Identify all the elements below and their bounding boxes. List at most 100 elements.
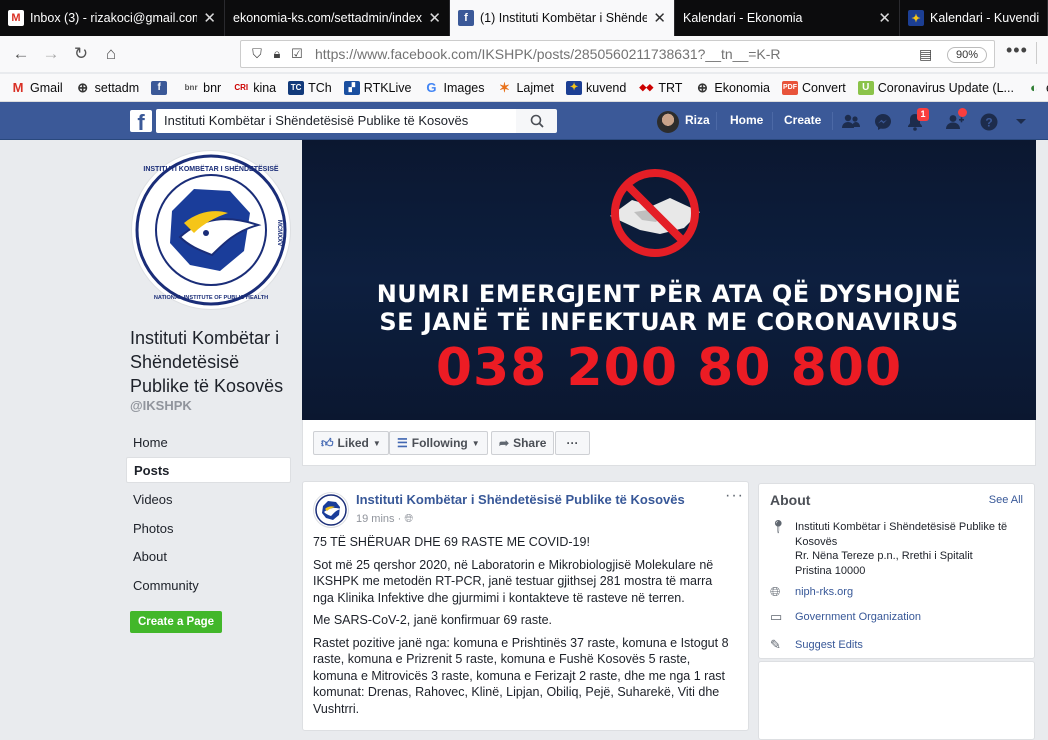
- close-tab-icon[interactable]: ✕: [653, 9, 666, 27]
- bookmark-kina[interactable]: CRI kina: [233, 81, 276, 95]
- bookmark-lajmet[interactable]: ✶ Lajmet: [496, 80, 555, 95]
- chevron-down-icon: ▼: [471, 438, 480, 448]
- shield-icon[interactable]: ⛉: [247, 46, 267, 62]
- page-nav-videos[interactable]: Videos: [126, 487, 291, 513]
- bookmark-label: Images: [443, 80, 485, 95]
- address-name: Instituti Kombëtar i Shëndetësisë Publik…: [795, 521, 1008, 548]
- cover-headline-line1: NUMRI EMERGJENT PËR ATA QË DYSHOJNË: [376, 280, 962, 308]
- bookmark-coronavirus-update[interactable]: U Coronavirus Update (L...: [857, 80, 1014, 95]
- close-tab-icon[interactable]: ✕: [878, 9, 891, 27]
- forward-icon[interactable]: →: [36, 39, 66, 69]
- bookmark-rtklive[interactable]: ▞ RTKLive: [343, 80, 412, 95]
- more-actions-button[interactable]: ···: [555, 431, 590, 455]
- page-nav-home[interactable]: Home: [126, 430, 291, 456]
- bookmark-trt[interactable]: ◆◆ TRT: [638, 81, 682, 95]
- bookmark-images[interactable]: G Images: [423, 80, 485, 95]
- url-text[interactable]: https://www.facebook.com/IKSHPK/posts/28…: [315, 46, 781, 62]
- bookmark-kuvend[interactable]: ✦ kuvend: [566, 80, 626, 95]
- following-button[interactable]: ☰ Following ▼: [389, 431, 488, 455]
- home-icon[interactable]: ⌂: [96, 39, 126, 69]
- nav-divider: [832, 112, 833, 130]
- address-city: Pristina 10000: [795, 564, 866, 577]
- tab-kalendari-kuvendi[interactable]: ✦ Kalendari - Kuvendi i: [900, 0, 1048, 36]
- cover-photo[interactable]: NUMRI EMERGJENT PËR ATA QË DYSHOJNË SE J…: [302, 140, 1036, 420]
- about-address[interactable]: Instituti Kombëtar i Shëndetësisë Publik…: [795, 520, 1030, 578]
- bookmark-label: Lajmet: [516, 80, 555, 95]
- covid-icon: U: [857, 80, 874, 95]
- page-nav-photos[interactable]: Photos: [126, 516, 291, 542]
- permissions-icon[interactable]: ☑: [287, 46, 307, 62]
- bookmark-ekonomia[interactable]: ⊕ Ekonomia: [694, 80, 770, 95]
- bookmark-label: settadm: [94, 80, 140, 95]
- website-link[interactable]: niph-rks.org: [795, 585, 1030, 600]
- page-handle[interactable]: @IKSHPK: [130, 398, 192, 413]
- zoom-level[interactable]: 90%: [947, 47, 988, 63]
- facebook-search-input[interactable]: Instituti Kombëtar i Shëndetësisë Publik…: [156, 109, 516, 133]
- bookmark-gmail[interactable]: M Gmail: [10, 80, 63, 95]
- page-actions-icon[interactable]: •••: [1006, 40, 1028, 61]
- post-author-avatar[interactable]: [313, 492, 349, 528]
- page-nav-community[interactable]: Community: [126, 573, 291, 599]
- page-title[interactable]: Instituti Kombëtar i Shëndetësisë Publik…: [130, 326, 300, 398]
- google-icon: G: [426, 80, 437, 95]
- account-menu-icon[interactable]: [1010, 111, 1032, 133]
- bookmark-tch[interactable]: TC TCh: [288, 80, 332, 95]
- post-author-name[interactable]: Instituti Kombëtar i Shëndetësisë Publik…: [356, 492, 685, 507]
- url-bar[interactable]: ⛉ 🔒︎ ☑ https://www.facebook.com/IKSHPK/p…: [240, 40, 995, 68]
- tab-gmail[interactable]: M Inbox (3) - rizakoci@gmail.com ✕: [0, 0, 225, 36]
- tab-kalendari-ekonomia[interactable]: Kalendari - Ekonomia ✕: [675, 0, 900, 36]
- bookmark-settadm[interactable]: ⊕ settadm: [75, 80, 140, 95]
- bookmark-bnr[interactable]: bnr bnr: [183, 80, 222, 95]
- bookmark-label: bnr: [203, 80, 222, 95]
- svg-text:INSTITUTI KOMBËTAR I SHËNDETËS: INSTITUTI KOMBËTAR I SHËNDETËSISË: [143, 165, 279, 173]
- bookmark-label: RTKLive: [363, 80, 412, 95]
- messenger-icon[interactable]: [872, 111, 894, 133]
- bookmark-ekeso[interactable]: ◐eKeso: [1026, 80, 1048, 95]
- home-link[interactable]: Home: [730, 113, 763, 127]
- help-icon[interactable]: ?: [978, 111, 1000, 133]
- category-link[interactable]: Government Organization: [795, 610, 1030, 625]
- suggest-edits-link[interactable]: Suggest Edits: [795, 638, 1030, 653]
- share-button[interactable]: ➦ Share: [491, 431, 555, 455]
- gmail-icon: M: [8, 10, 24, 26]
- post-timestamp[interactable]: 19 mins · 🌐︎: [356, 513, 413, 526]
- rss-icon: ☰: [397, 436, 408, 450]
- post-text: 75 TË SHËRUAR DHE 69 RASTE ME COVID-19! …: [313, 534, 733, 723]
- search-icon[interactable]: [516, 109, 557, 133]
- page-nav-posts[interactable]: Posts: [126, 457, 291, 483]
- kosovo-crest-icon: ✦: [566, 80, 583, 95]
- see-all-link[interactable]: See All: [989, 494, 1023, 506]
- about-card: About See All 📍︎ Instituti Kombëtar i Sh…: [758, 483, 1035, 659]
- page-profile-picture[interactable]: INSTITUTI KOMBËTAR I SHËNDETËSISË NATION…: [131, 150, 291, 310]
- profile-link[interactable]: Riza: [685, 113, 710, 127]
- close-tab-icon[interactable]: ✕: [203, 9, 216, 27]
- liked-button[interactable]: 👍︎ Liked ▼: [313, 431, 389, 455]
- bookmark-facebook[interactable]: f: [151, 80, 171, 95]
- about-website-row: 🌐︎ niph-rks.org: [770, 584, 1030, 600]
- tab-ekonomia-admin[interactable]: ekonomia-ks.com/settadmin/index ✕: [225, 0, 450, 36]
- kosovo-crest-icon: ✦: [908, 10, 924, 26]
- create-page-button[interactable]: Create a Page: [130, 611, 222, 633]
- nav-divider: [772, 112, 773, 130]
- tab-label: (1) Instituti Kombëtar i Shëndet: [480, 11, 648, 25]
- page-nav-about[interactable]: About: [126, 544, 291, 570]
- facebook-logo-icon[interactable]: f: [130, 110, 152, 132]
- category-icon: ▭: [770, 609, 783, 624]
- tab-facebook-ikshpk[interactable]: f (1) Instituti Kombëtar i Shëndet ✕: [450, 0, 675, 36]
- reload-icon[interactable]: ↻: [66, 39, 96, 69]
- bookmark-label: Gmail: [30, 80, 63, 95]
- post-options-button[interactable]: ···: [725, 487, 744, 505]
- close-tab-icon[interactable]: ✕: [428, 9, 441, 27]
- lock-icon[interactable]: 🔒︎: [267, 46, 287, 62]
- create-link[interactable]: Create: [784, 113, 821, 127]
- facebook-icon: f: [458, 10, 474, 26]
- bookmark-label: TCh: [308, 80, 332, 95]
- gmail-icon: M: [12, 80, 24, 95]
- post-paragraph: Me SARS-CoV-2, janë konfirmuar 69 raste.: [313, 613, 552, 627]
- reader-view-icon[interactable]: ▤: [919, 46, 932, 63]
- bookmark-convert[interactable]: PDF Convert: [782, 80, 846, 95]
- friends-icon[interactable]: [840, 111, 862, 133]
- avatar[interactable]: [657, 111, 679, 133]
- back-icon[interactable]: ←: [6, 39, 36, 69]
- address-street: Rr. Nëna Tereze p.n., Rrethi i Spitalit: [795, 550, 973, 562]
